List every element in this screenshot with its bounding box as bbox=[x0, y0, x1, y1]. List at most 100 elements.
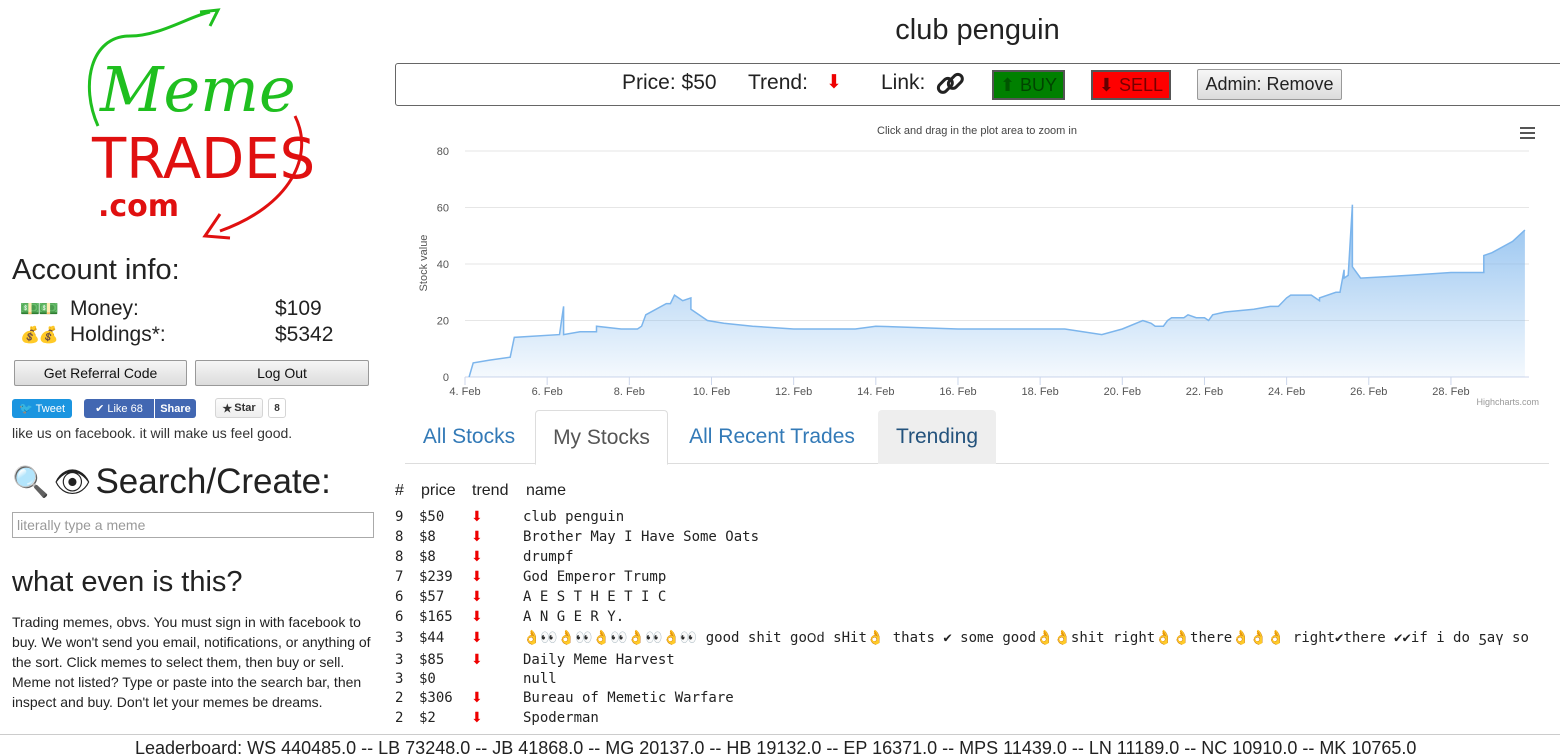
table-row[interactable]: 6 $165 ⬇ A N G E R Y. bbox=[395, 609, 1560, 629]
table-row[interactable]: 3 $44 ⬇ 👌👀👌👀👌👀👌👀👌👀 good shit go౦ԁ sHit👌 tha… bbox=[395, 630, 1560, 650]
row-rank: 9 bbox=[395, 509, 404, 525]
eye-icon: 👁 bbox=[53, 465, 92, 499]
money-icon: 💵💵 bbox=[20, 301, 59, 318]
magnifier-icon: 🔍 bbox=[12, 465, 50, 499]
star-icon: ★ bbox=[222, 402, 233, 415]
row-name: drumpf bbox=[523, 549, 574, 565]
trend-down-arrow-icon: ⬇ bbox=[471, 690, 483, 706]
tweet-label: Tweet bbox=[35, 402, 66, 415]
table-row[interactable]: 2 $306 ⬇ Bureau of Memetic Warfare bbox=[395, 690, 1560, 710]
money-bag-icon: 💰💰 bbox=[20, 327, 59, 344]
down-arrow-icon: ⬇ bbox=[1098, 74, 1115, 95]
row-rank: 3 bbox=[395, 652, 404, 668]
trend-down-arrow-icon: ⬇ bbox=[471, 609, 483, 625]
row-rank: 3 bbox=[395, 671, 404, 687]
thumbs-up-icon: ✔ bbox=[95, 403, 105, 415]
row-price: $57 bbox=[419, 589, 445, 605]
row-name: 👌👀👌👀👌👀👌👀👌👀 good shit go౦ԁ sHit👌 thats ✔ … bbox=[523, 630, 1529, 646]
row-price: $8 bbox=[419, 529, 436, 545]
holdings-value: $5342 bbox=[275, 323, 334, 346]
table-row[interactable]: 3 $0 null bbox=[395, 671, 1560, 691]
chart-x-tick-label: 16. Feb bbox=[939, 386, 976, 398]
about-body: Trading memes, obvs. You must sign in wi… bbox=[12, 614, 371, 710]
log-out-button[interactable]: Log Out bbox=[195, 360, 369, 386]
money-value: $109 bbox=[275, 297, 322, 320]
row-price: $44 bbox=[419, 630, 445, 646]
selected-stock-title: club penguin bbox=[895, 14, 1060, 46]
trend-down-arrow-icon: ⬇ bbox=[471, 710, 483, 726]
row-price: $306 bbox=[419, 690, 453, 706]
chart-x-tick-label: 6. Feb bbox=[532, 386, 563, 398]
tweet-button[interactable]: 🐦 Tweet bbox=[12, 399, 72, 418]
search-create-title: 🔍 👁 Search/Create: bbox=[12, 462, 331, 502]
trend-down-arrow-icon: ⬇ bbox=[471, 549, 483, 565]
chart-x-tick-label: 20. Feb bbox=[1104, 386, 1141, 398]
facebook-note: like us on facebook. it will make us fee… bbox=[12, 425, 293, 441]
table-row[interactable]: 8 $8 ⬇ Brother May I Have Some Oats bbox=[395, 529, 1560, 549]
twitter-bird-icon: 🐦 bbox=[18, 403, 33, 415]
chart-x-tick-label: 18. Feb bbox=[1021, 386, 1058, 398]
row-rank: 8 bbox=[395, 529, 404, 545]
sell-button[interactable]: ⬇ SELL bbox=[1091, 70, 1171, 100]
tab-my-stocks[interactable]: My Stocks bbox=[535, 410, 668, 465]
chart-y-tick-label: 40 bbox=[437, 259, 449, 271]
table-row[interactable]: 6 $57 ⬇ A E S T H E T I C bbox=[395, 589, 1560, 609]
row-name: God Emperor Trump bbox=[523, 569, 667, 585]
up-arrow-icon: ⬆ bbox=[999, 74, 1016, 95]
chart-series-area[interactable] bbox=[469, 204, 1525, 377]
table-row[interactable]: 9 $50 ⬇ club penguin bbox=[395, 509, 1560, 529]
github-star-count[interactable]: 8 bbox=[268, 398, 286, 418]
chart-x-tick-label: 10. Feb bbox=[693, 386, 730, 398]
chart-x-tick-label: 8. Feb bbox=[614, 386, 645, 398]
row-price: $50 bbox=[419, 509, 445, 525]
chart-x-tick-label: 4. Feb bbox=[449, 386, 480, 398]
trend-down-arrow-icon: ⬇ bbox=[471, 589, 483, 605]
sell-label: SELL bbox=[1119, 74, 1164, 95]
chart-menu-icon[interactable] bbox=[1520, 127, 1535, 139]
trend-down-arrow-icon: ⬇ bbox=[471, 630, 483, 646]
buy-label: BUY bbox=[1020, 74, 1058, 95]
chart-subtitle: Click and drag in the plot area to zoom … bbox=[877, 125, 1077, 137]
header-rank: # bbox=[395, 482, 404, 499]
stock-action-bar: Price: $50 Trend: ⬇ Link: ⬆ BUY ⬇ SELL A… bbox=[395, 63, 1560, 106]
row-name: Bureau of Memetic Warfare bbox=[523, 690, 734, 706]
header-price: price bbox=[421, 482, 456, 499]
table-row[interactable]: 8 $8 ⬇ drumpf bbox=[395, 549, 1560, 569]
chart-x-tick-label: 24. Feb bbox=[1268, 386, 1305, 398]
table-row[interactable]: 2 $2 ⬇ Spoderman bbox=[395, 710, 1560, 730]
search-input[interactable] bbox=[12, 512, 374, 538]
meme-trades-logo[interactable]: Meme TRADES .com bbox=[70, 6, 320, 240]
tab-all-stocks[interactable]: All Stocks bbox=[405, 410, 533, 464]
row-rank: 3 bbox=[395, 630, 404, 646]
row-rank: 2 bbox=[395, 710, 404, 726]
tab-trending[interactable]: Trending bbox=[878, 410, 996, 464]
row-price: $0 bbox=[419, 671, 436, 687]
stock-value-chart[interactable]: Click and drag in the plot area to zoom … bbox=[405, 116, 1555, 412]
table-row[interactable]: 3 $85 ⬇ Daily Meme Harvest bbox=[395, 652, 1560, 672]
trend-down-arrow-icon: ⬇ bbox=[471, 529, 483, 545]
tab-all-recent-trades[interactable]: All Recent Trades bbox=[672, 410, 872, 464]
money-label: Money: bbox=[70, 297, 139, 320]
chart-y-axis-label: Stock value bbox=[418, 235, 430, 292]
chart-credits: Highcharts.com bbox=[1476, 397, 1539, 407]
get-referral-code-button[interactable]: Get Referral Code bbox=[14, 360, 187, 386]
link-icon[interactable] bbox=[933, 67, 967, 107]
buy-button[interactable]: ⬆ BUY bbox=[992, 70, 1065, 100]
chart-x-tick-label: 26. Feb bbox=[1350, 386, 1387, 398]
link-label: Link: bbox=[881, 71, 926, 94]
trend-label: Trend: bbox=[748, 71, 808, 94]
table-row[interactable]: 7 $239 ⬇ God Emperor Trump bbox=[395, 569, 1560, 589]
search-title-text: Search/Create: bbox=[95, 462, 331, 501]
chart-x-tick-label: 22. Feb bbox=[1186, 386, 1223, 398]
facebook-like-button[interactable]: ✔ Like 68 bbox=[84, 399, 154, 418]
facebook-share-button[interactable]: Share bbox=[155, 399, 196, 418]
admin-remove-button[interactable]: Admin: Remove bbox=[1197, 69, 1342, 100]
chart-x-tick-label: 14. Feb bbox=[857, 386, 894, 398]
row-price: $2 bbox=[419, 710, 436, 726]
github-star-button[interactable]: ★ Star bbox=[215, 398, 263, 418]
row-rank: 7 bbox=[395, 569, 404, 585]
chart-x-tick-label: 12. Feb bbox=[775, 386, 812, 398]
row-price: $8 bbox=[419, 549, 436, 565]
row-rank: 6 bbox=[395, 609, 404, 625]
chart-y-tick-label: 60 bbox=[437, 203, 449, 215]
